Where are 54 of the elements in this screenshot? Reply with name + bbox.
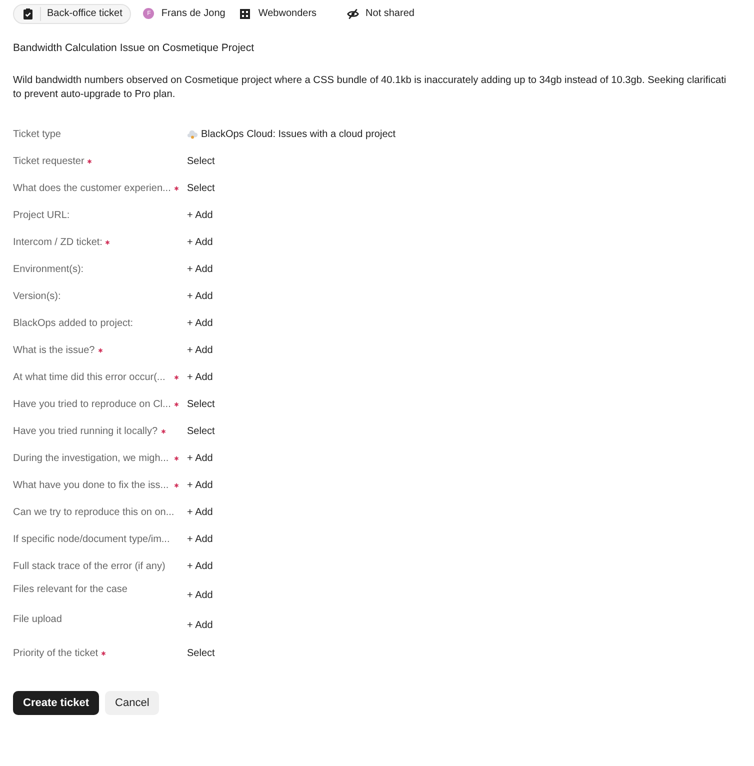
field-label: At what time did this error occur(... xyxy=(13,372,166,383)
field-label: Environment(s): xyxy=(13,264,84,275)
create-ticket-button[interactable]: Create ticket xyxy=(13,691,100,715)
field-label: Project URL: xyxy=(13,210,70,221)
add-link[interactable]: + Add xyxy=(187,291,213,302)
field-label: Priority of the ticket xyxy=(13,648,98,659)
select-dropdown[interactable]: Select xyxy=(187,156,215,167)
sharing-status[interactable]: Not shared xyxy=(366,8,414,19)
cancel-button[interactable]: Cancel xyxy=(105,691,160,715)
field-label: Have you tried to reproduce on Cl... xyxy=(13,399,171,410)
select-dropdown[interactable]: Select xyxy=(187,648,215,659)
field-label: Intercom / ZD ticket: xyxy=(13,237,102,248)
field-label: BlackOps added to project: xyxy=(13,318,134,329)
ticket-kind-chip[interactable]: Back-office ticket xyxy=(13,4,132,24)
add-link[interactable]: + Add xyxy=(187,372,213,383)
field-label: Full stack trace of the error (if any) xyxy=(13,561,166,572)
add-link[interactable]: + Add xyxy=(187,318,213,329)
field-label: Have you tried running it locally? xyxy=(13,426,158,437)
add-link[interactable]: + Add xyxy=(187,561,213,572)
ticket-kind-label: Back-office ticket xyxy=(47,8,122,19)
add-link[interactable]: + Add xyxy=(187,590,213,601)
description-line: to prevent auto-upgrade to Pro plan. xyxy=(13,88,176,102)
field-label: Can we try to reproduce this on on... xyxy=(13,507,174,518)
add-link[interactable]: + Add xyxy=(187,237,213,248)
add-link[interactable]: + Add xyxy=(187,345,213,356)
select-dropdown[interactable]: Select xyxy=(187,183,215,194)
field-label: Ticket requester xyxy=(13,156,84,167)
description-line: Wild bandwidth numbers observed on Cosmetique project where a CSS bundle of 40.1kb is inaccurately adding up to 34gb instead of 10.3gb. Seeking clarificati xyxy=(13,74,728,88)
field-label: Version(s): xyxy=(13,291,61,302)
field-label: Ticket type xyxy=(13,129,61,140)
ticket-title: Bandwidth Calculation Issue on Cosmetique Project xyxy=(13,42,256,54)
select-dropdown[interactable]: Select xyxy=(187,399,215,410)
assignee-name[interactable]: Frans de Jong xyxy=(161,8,226,19)
ticket-type-value[interactable]: BlackOps Cloud: Issues with a cloud project xyxy=(201,129,396,140)
add-link[interactable]: + Add xyxy=(187,534,213,545)
select-dropdown[interactable]: Select xyxy=(187,426,215,437)
building-icon xyxy=(239,8,252,20)
add-link[interactable]: + Add xyxy=(187,507,213,518)
add-link[interactable]: + Add xyxy=(187,480,213,491)
add-link[interactable]: + Add xyxy=(187,264,213,275)
eye-slash-icon xyxy=(346,8,359,20)
organization-name[interactable]: Webwonders xyxy=(258,8,317,19)
field-label: What is the issue? xyxy=(13,345,95,356)
add-link[interactable]: + Add xyxy=(187,453,213,464)
cloud-icon xyxy=(187,129,198,140)
field-label: During the investigation, we migh... xyxy=(13,453,169,464)
field-label: Files relevant for the case xyxy=(13,584,128,595)
field-label: If specific node/document type/im... xyxy=(13,534,170,545)
add-link[interactable]: + Add xyxy=(187,620,213,631)
field-label: What have you done to fix the iss... xyxy=(13,480,169,491)
field-label: File upload xyxy=(13,614,62,625)
add-link[interactable]: + Add xyxy=(187,210,213,221)
field-label: What does the customer experien... xyxy=(13,183,171,194)
clipboard-icon xyxy=(22,8,34,20)
